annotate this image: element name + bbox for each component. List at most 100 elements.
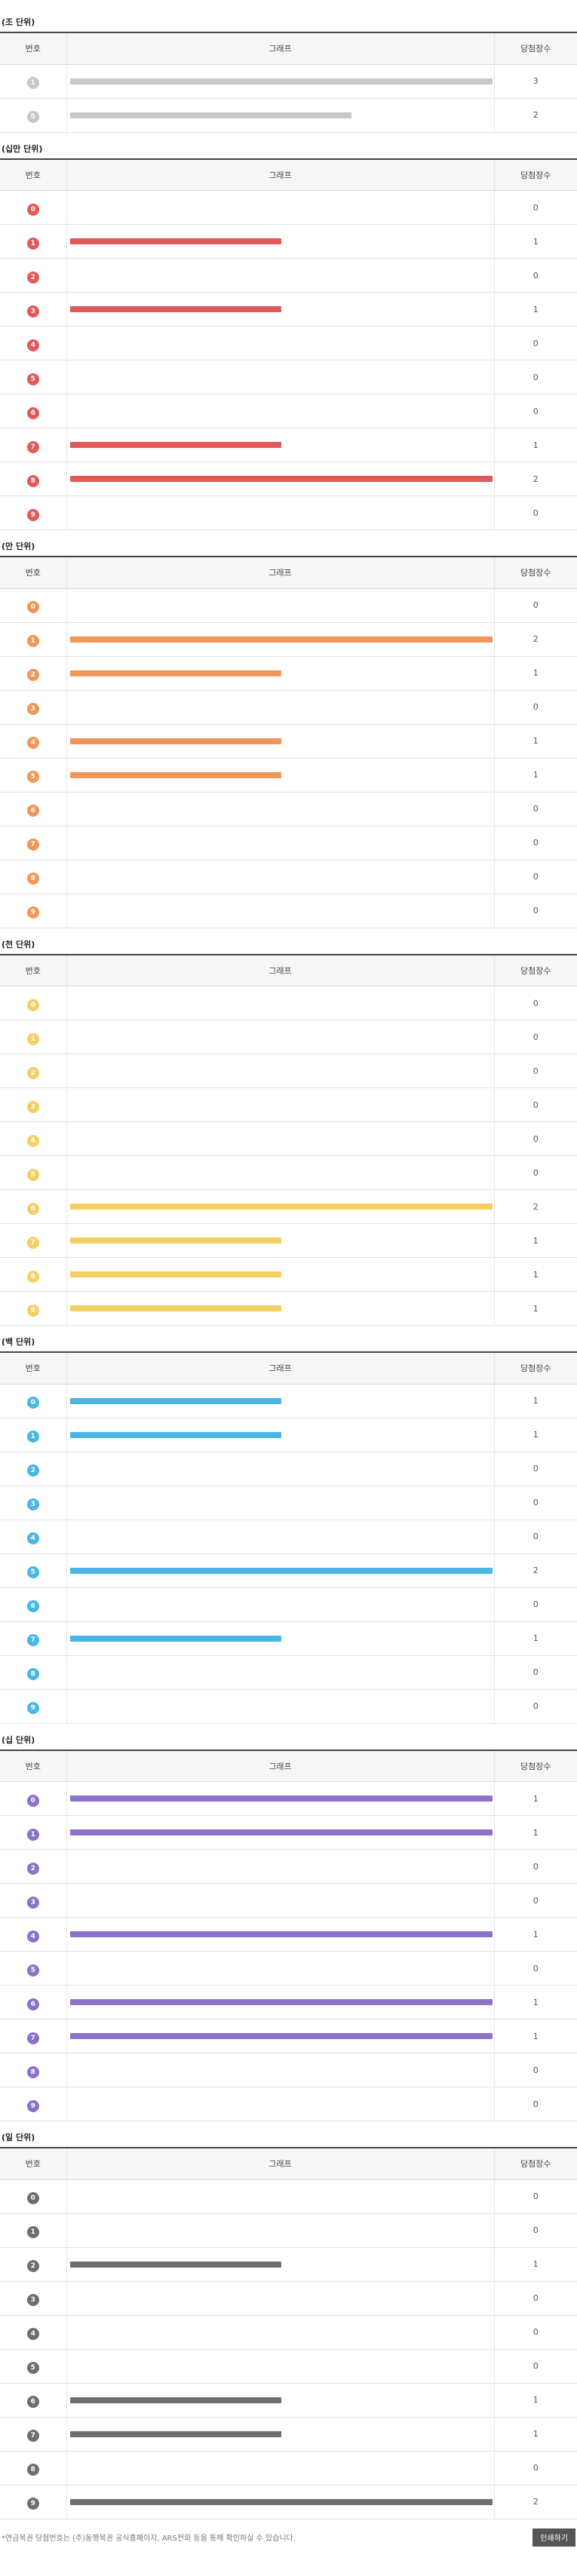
count-cell: 0 <box>493 360 577 394</box>
number-ball: 6 <box>26 406 39 419</box>
col-header-count: 당첨장수 <box>493 1351 577 1385</box>
count-cell: 0 <box>493 1053 577 1088</box>
graph-cell <box>66 1087 494 1122</box>
count-cell: 0 <box>493 860 577 894</box>
table-row: 30 <box>0 1883 577 1918</box>
number-cell: 7 <box>0 1621 66 1656</box>
footer-note: *연금복권 당첨번호는 (주)동행복권 공식홈페이지, ARS전화 등을 통해 … <box>2 2535 296 2543</box>
number-ball: 8 <box>26 1270 39 1283</box>
section-title: (백 단위) <box>2 1337 35 1347</box>
number-cell: 0 <box>0 2179 66 2214</box>
graph-cell <box>66 1951 494 1986</box>
table-row: 50 <box>0 1951 577 1986</box>
bar-track <box>70 806 493 812</box>
table-row: 50 <box>0 2349 577 2384</box>
col-header-count: 당첨장수 <box>493 158 577 191</box>
table-row: 41 <box>0 724 577 759</box>
stats-table: 번호 그래프 당첨장수 0 1 1 1 2 0 3 0 4 1 5 0 6 1 7 1 8 0 9 0 <box>0 1749 577 2121</box>
bar-track <box>70 1000 493 1006</box>
digit-section: (일 단위) 번호 그래프 당첨장수 0 0 1 0 2 1 3 0 4 0 5 0 6 1 7 1 8 0 9 2 <box>0 2121 577 2519</box>
count-cell: 0 <box>493 1121 577 1156</box>
stats-table: 번호 그래프 당첨장수 0 1 1 1 2 0 3 0 4 0 5 2 6 0 7 1 8 0 9 0 <box>0 1351 577 1724</box>
number-ball: 3 <box>26 1498 39 1510</box>
table-row: 30 <box>0 690 577 725</box>
table-row: 00 <box>0 588 577 623</box>
number-ball: 5 <box>26 1964 39 1976</box>
number-cell: 1 <box>0 1815 66 1850</box>
number-cell: 2 <box>0 1053 66 1088</box>
bar-track <box>69 2033 493 2039</box>
col-header-graph: 그래프 <box>66 32 494 65</box>
number-cell: 0 <box>0 190 66 225</box>
count-cell: 0 <box>493 2213 577 2248</box>
number-ball: 8 <box>26 872 39 885</box>
count-bar <box>69 112 351 118</box>
number-ball: 6 <box>26 1998 39 2010</box>
bar-track <box>70 2228 493 2234</box>
count-cell: 0 <box>493 894 577 928</box>
sections-container: (조 단위) 번호 그래프 당첨장수 1 3 5 2 (십만 단위) 번호 그래프 당첨장수 0 0 1 1 2… <box>0 0 577 2519</box>
graph-cell <box>66 1486 494 1520</box>
graph-cell <box>66 2485 494 2519</box>
number-ball: 7 <box>26 1236 39 1249</box>
col-header-graph: 그래프 <box>66 1351 494 1385</box>
graph-cell <box>66 1553 494 1588</box>
table-row: 81 <box>0 1257 577 1292</box>
count-cell: 1 <box>493 1291 577 1326</box>
number-ball: 8 <box>26 474 39 487</box>
number-ball: 2 <box>26 2260 39 2272</box>
count-cell: 0 <box>493 2451 577 2486</box>
number-cell: 2 <box>0 1849 66 1884</box>
number-cell: 6 <box>0 2383 66 2418</box>
table-row: 30 <box>0 1087 577 1122</box>
table-row: 50 <box>0 360 577 394</box>
number-ball: 3 <box>26 1896 39 1909</box>
number-ball: 2 <box>26 271 39 284</box>
bar-track <box>69 2430 493 2437</box>
graph-cell <box>66 495 494 530</box>
graph-cell <box>66 2451 494 2486</box>
col-header-count: 당첨장수 <box>493 953 577 986</box>
graph-cell <box>66 2281 494 2316</box>
graph-cell <box>66 622 494 657</box>
bar-track <box>69 636 493 642</box>
bar-track <box>70 1704 493 1710</box>
number-cell: 6 <box>0 1587 66 1622</box>
table-row: 90 <box>0 894 577 928</box>
bar-track <box>70 1534 493 1540</box>
col-header-count: 당첨장수 <box>493 556 577 589</box>
number-cell: 1 <box>0 64 66 99</box>
bar-track <box>69 306 493 312</box>
number-cell: 9 <box>0 1291 66 1326</box>
graph-cell <box>66 986 494 1020</box>
number-cell: 9 <box>0 1689 66 1724</box>
bar-track <box>70 1863 493 1869</box>
count-cell: 2 <box>493 1553 577 1588</box>
number-ball: 9 <box>26 1304 39 1317</box>
number-ball: 4 <box>26 1134 39 1147</box>
graph-cell <box>66 2349 494 2384</box>
col-header-graph: 그래프 <box>66 2147 494 2180</box>
count-cell: 1 <box>493 1384 577 1418</box>
graph-cell <box>66 588 494 623</box>
bar-track <box>70 908 493 914</box>
section-title: (십만 단위) <box>2 143 43 154</box>
number-ball: 1 <box>26 1032 39 1045</box>
bar-track <box>69 238 493 244</box>
table-row: 01 <box>0 1781 577 1816</box>
number-cell: 5 <box>0 98 66 133</box>
number-ball: 0 <box>26 2192 39 2204</box>
number-cell: 5 <box>0 1951 66 1986</box>
count-cell: 0 <box>493 1849 577 1884</box>
count-cell: 0 <box>493 1951 577 1986</box>
print-button[interactable]: 인쇄하기 <box>532 2528 575 2547</box>
table-row: 10 <box>0 1020 577 1054</box>
number-ball: 2 <box>26 669 39 681</box>
table-row: 31 <box>0 292 577 327</box>
col-header-number: 번호 <box>0 1351 66 1385</box>
col-header-graph: 그래프 <box>66 953 494 986</box>
table-row: 21 <box>0 2247 577 2282</box>
number-ball: 2 <box>26 1862 39 1875</box>
count-cell: 0 <box>493 1020 577 1054</box>
bar-track <box>70 1466 493 1472</box>
